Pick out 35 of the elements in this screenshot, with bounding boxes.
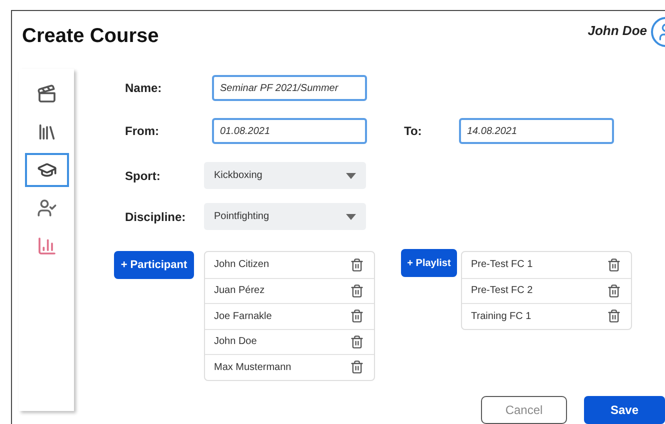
list-item-text: Pre-Test FC 2 <box>471 284 533 298</box>
text-field[interactable]: Seminar PF 2021/Summer <box>212 75 367 101</box>
save-button[interactable]: Save <box>584 396 665 424</box>
dropdown[interactable]: Kickboxing <box>204 162 366 189</box>
field-label: Name: <box>125 80 163 97</box>
dropdown[interactable]: Pointfighting <box>204 203 366 230</box>
trash-icon[interactable] <box>350 258 364 272</box>
page-title: Create Course <box>22 24 159 49</box>
sidebar-item[interactable] <box>24 153 68 187</box>
list-item-text: John Doe <box>214 335 257 350</box>
trash-icon[interactable] <box>607 284 621 298</box>
trash-icon[interactable] <box>350 284 364 298</box>
trash-icon[interactable] <box>350 334 364 349</box>
user-name: John Doe <box>588 22 647 40</box>
field-label: To: <box>404 123 423 140</box>
field-label: Discipline: <box>125 208 187 226</box>
trash-icon[interactable] <box>350 309 364 324</box>
list-item-text: Max Mustermann <box>214 360 292 375</box>
trash-icon[interactable] <box>607 258 621 272</box>
trash-icon[interactable] <box>350 360 364 374</box>
list-item-text: Juan Pérez <box>214 284 265 298</box>
list-item-text: Joe Farnakle <box>214 310 272 324</box>
text-field[interactable]: 01.08.2021 <box>212 118 367 144</box>
list-item-text: John Citizen <box>214 258 270 272</box>
add-participant-button[interactable]: + Participant <box>114 251 194 279</box>
field-label: Sport: <box>125 168 162 184</box>
dropdown-arrow-icon <box>346 214 356 220</box>
dropdown-arrow-icon <box>346 172 356 178</box>
list-item-text: Pre-Test FC 1 <box>471 258 533 272</box>
trash-icon[interactable] <box>607 309 621 324</box>
list-item-text: Training FC 1 <box>471 310 532 324</box>
cancel-button[interactable]: Cancel <box>481 396 567 424</box>
text-field[interactable]: 14.08.2021 <box>459 118 614 144</box>
add-playlist-button[interactable]: + Playlist <box>401 249 457 277</box>
field-label: From: <box>125 123 160 140</box>
